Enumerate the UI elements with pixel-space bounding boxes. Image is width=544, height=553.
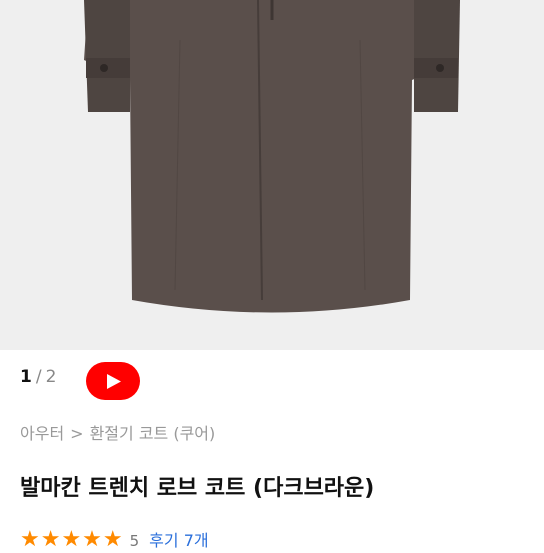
right-sleeve — [414, 0, 460, 112]
left-sleeve — [84, 0, 130, 112]
pager-total: 2 — [45, 367, 57, 387]
rating-stars: ★★★★★ — [20, 527, 124, 552]
coat-illustration — [84, 0, 460, 313]
left-cuff-button — [100, 64, 108, 72]
pager-separator: / — [35, 367, 42, 387]
breadcrumb: 아우터 > 환절기 코트 (쿠어) — [20, 423, 215, 445]
breadcrumb-separator: > — [70, 424, 84, 443]
play-icon — [107, 374, 121, 389]
reviews-link[interactable]: 후기 7개 — [149, 531, 208, 550]
right-cuff-button — [436, 64, 444, 72]
rating-score: 5 — [129, 532, 140, 550]
product-image[interactable] — [0, 0, 544, 350]
gallery-pager: 1/2 — [20, 366, 56, 388]
breadcrumb-item-outer[interactable]: 아우터 — [20, 424, 64, 443]
product-title: 발마칸 트렌치 로브 코트 (다크브라운) — [20, 476, 375, 501]
breadcrumb-item-coat[interactable]: 환절기 코트 (쿠어) — [90, 424, 216, 443]
coat-body — [84, 0, 458, 313]
rating-row: ★★★★★ 5 후기 7개 — [20, 528, 209, 552]
pager-current: 1 — [20, 367, 32, 387]
video-play-button[interactable] — [86, 362, 140, 400]
